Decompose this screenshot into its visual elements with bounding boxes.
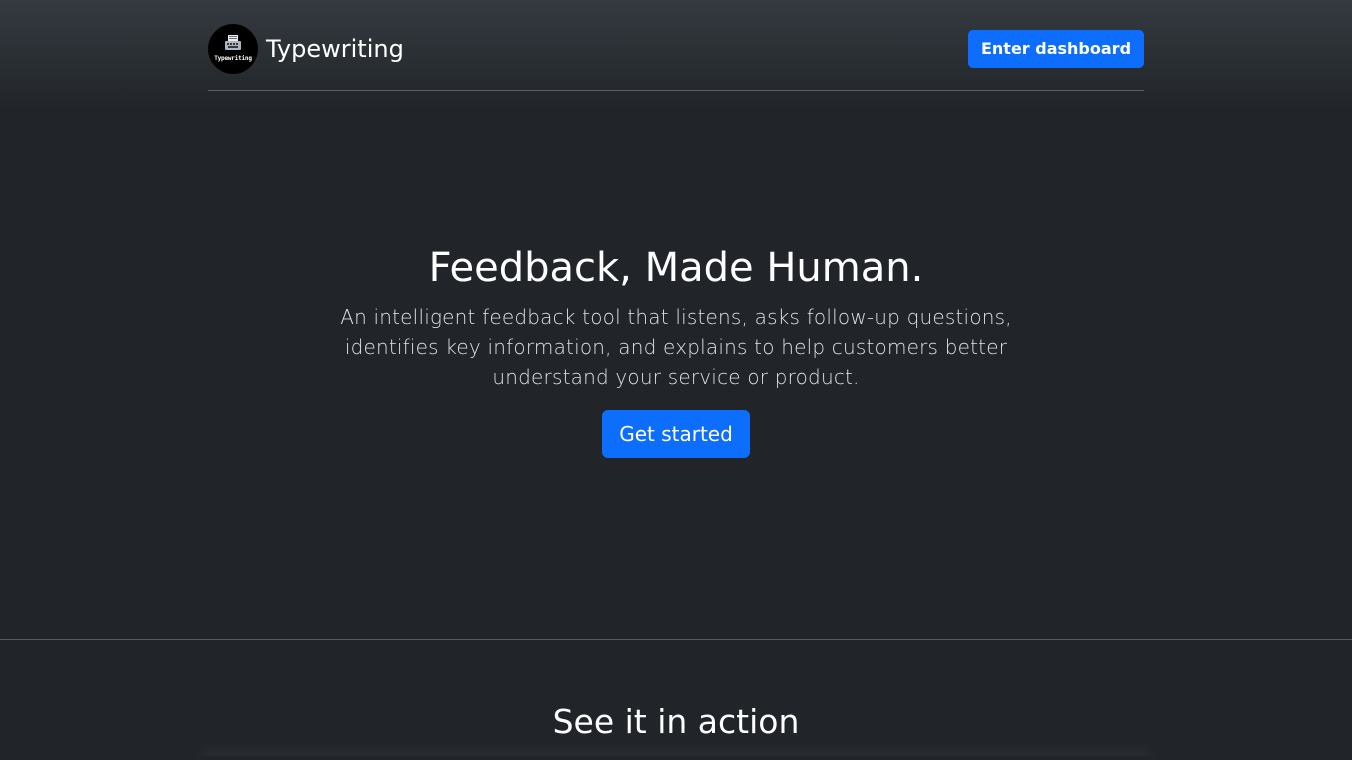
typewriter-icon [225,35,241,50]
preview-frame-edge [200,756,1152,760]
enter-dashboard-button[interactable]: Enter dashboard [968,30,1144,68]
hero-content: Feedback, Made Human. An intelligent fee… [0,244,1352,458]
hero-section: Typewriting Typewriting Enter dashboard … [0,0,1352,640]
see-it-in-action-section: See it in action [0,640,1352,760]
brand-name: Typewriting [266,35,404,63]
logo: Typewriting [208,24,258,74]
hero-lead: An intelligent feedback tool that listen… [340,305,1012,389]
brand-link[interactable]: Typewriting Typewriting [208,24,404,74]
navbar: Typewriting Typewriting Enter dashboard [208,0,1144,91]
section-title: See it in action [552,702,800,741]
get-started-button[interactable]: Get started [602,410,750,458]
logo-text: Typewriting [214,55,252,62]
hero-title: Feedback, Made Human. [428,245,924,291]
